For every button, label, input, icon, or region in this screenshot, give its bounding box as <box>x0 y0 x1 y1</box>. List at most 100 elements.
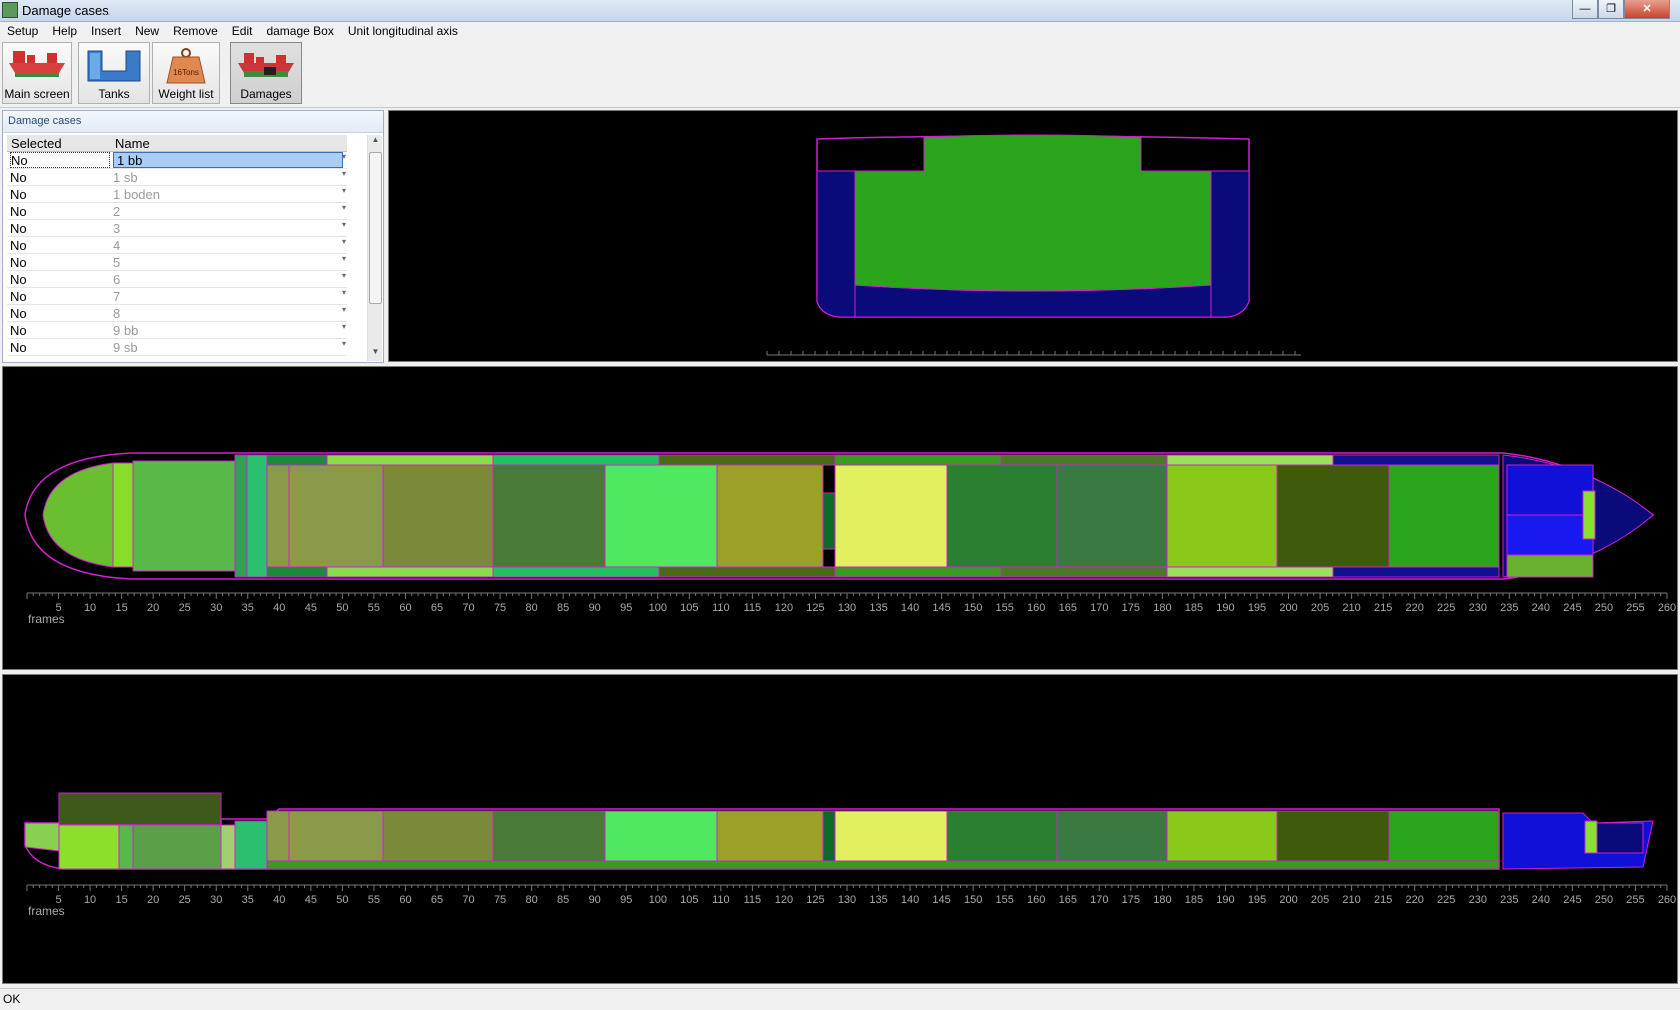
table-row[interactable]: No 9 bb ▾ <box>7 322 347 339</box>
selected-cell[interactable]: No <box>10 170 110 185</box>
plan-view[interactable]: 5 10 15 20 25 30 35 40 45 50 55 60 65 70 75 80 85 90 95 100… <box>2 366 1678 670</box>
table-row[interactable]: No 8 ▾ <box>7 305 347 322</box>
name-cell[interactable]: 1 bb <box>113 152 343 168</box>
profile-drawing: 5 10 15 20 25 30 35 40 45 50 55 60 65 70 75 80 85 90 95 100… <box>24 792 1676 918</box>
name-cell[interactable]: 9 sb <box>113 340 343 355</box>
plan-tick-label: 220 <box>1406 602 1424 614</box>
tanks-label: Tanks <box>98 87 130 101</box>
minimize-button[interactable]: — <box>1572 0 1598 19</box>
profile-tick-label: 125 <box>806 894 824 906</box>
dropdown-arrow-icon[interactable]: ▾ <box>342 271 346 280</box>
name-cell[interactable]: 1 sb <box>113 170 343 185</box>
damages-button[interactable]: Damages <box>230 42 302 104</box>
table-row[interactable]: No 4 ▾ <box>7 237 347 254</box>
menu-new[interactable]: New <box>128 22 166 38</box>
dropdown-arrow-icon[interactable]: ▾ <box>342 305 346 314</box>
dropdown-arrow-icon[interactable]: ▾ <box>342 322 346 331</box>
table-row[interactable]: No 1 sb ▾ <box>7 169 347 186</box>
table-row[interactable]: No 5 ▾ <box>7 254 347 271</box>
plan-tick-label: 170 <box>1090 602 1108 614</box>
table-row[interactable]: No 3 ▾ <box>7 220 347 237</box>
plan-tick-label: 240 <box>1532 602 1550 614</box>
plan-tick-label: 45 <box>305 602 317 614</box>
table-row[interactable]: No 2 ▾ <box>7 203 347 220</box>
table-row[interactable]: No 7 ▾ <box>7 288 347 305</box>
profile-tick-label: 90 <box>589 894 601 906</box>
main-screen-button[interactable]: Main screen <box>2 42 72 104</box>
profile-tick-label: 225 <box>1437 894 1455 906</box>
plan-tick-label: 210 <box>1342 602 1360 614</box>
close-button[interactable]: ✕ <box>1624 0 1670 19</box>
name-cell[interactable]: 7 <box>113 289 343 304</box>
profile-tick-label: 55 <box>368 894 380 906</box>
plan-tick-label: 185 <box>1185 602 1203 614</box>
dropdown-arrow-icon[interactable]: ▾ <box>342 254 346 263</box>
plan-tick-label: 75 <box>494 602 506 614</box>
selected-cell[interactable]: No <box>10 221 110 236</box>
selected-cell[interactable]: No <box>10 255 110 270</box>
menu-insert[interactable]: Insert <box>84 22 128 38</box>
cross-section-view[interactable] <box>388 110 1678 362</box>
tanks-button[interactable]: Tanks <box>78 42 150 104</box>
selected-cell[interactable]: No <box>10 289 110 304</box>
damages-label: Damages <box>240 87 292 101</box>
scroll-down-icon[interactable]: ▼ <box>368 347 383 361</box>
selected-cell[interactable]: No <box>10 340 110 355</box>
selected-cell[interactable]: No <box>10 323 110 338</box>
dropdown-arrow-icon[interactable]: ▾ <box>342 203 346 212</box>
profile-tick-label: 130 <box>838 894 856 906</box>
profile-tick-label: 105 <box>680 894 698 906</box>
name-cell[interactable]: 1 boden <box>113 187 343 202</box>
menu-setup[interactable]: Setup <box>0 22 45 38</box>
name-cell[interactable]: 2 <box>113 204 343 219</box>
weight-badge: 16Tons <box>173 68 199 77</box>
name-cell[interactable]: 6 <box>113 272 343 287</box>
column-selected[interactable]: Selected <box>11 136 62 151</box>
selected-cell[interactable]: No <box>10 152 110 168</box>
menu-remove[interactable]: Remove <box>166 22 225 38</box>
profile-tick-label: 50 <box>336 894 348 906</box>
app-icon <box>2 2 18 18</box>
dropdown-arrow-icon[interactable]: ▾ <box>342 186 346 195</box>
menu-edit[interactable]: Edit <box>225 22 260 38</box>
selected-cell[interactable]: No <box>10 187 110 202</box>
plan-tick-label: 65 <box>431 602 443 614</box>
profile-tick-label: 215 <box>1374 894 1392 906</box>
table-row[interactable]: No 1 bb ▾ <box>7 152 347 169</box>
dropdown-arrow-icon[interactable]: ▾ <box>342 220 346 229</box>
name-cell[interactable]: 5 <box>113 255 343 270</box>
dropdown-arrow-icon[interactable]: ▾ <box>342 237 346 246</box>
dropdown-arrow-icon[interactable]: ▾ <box>342 152 346 161</box>
dropdown-arrow-icon[interactable]: ▾ <box>342 288 346 297</box>
weight-list-button[interactable]: 16Tons Weight list <box>152 42 220 104</box>
menu-unit-longitudinal-axis[interactable]: Unit longitudinal axis <box>341 22 465 38</box>
column-name[interactable]: Name <box>115 136 150 151</box>
table-row[interactable]: No 1 boden ▾ <box>7 186 347 203</box>
profile-tick-label: 230 <box>1469 894 1487 906</box>
name-cell[interactable]: 8 <box>113 306 343 321</box>
maximize-button[interactable]: ❐ <box>1598 0 1624 19</box>
selected-cell[interactable]: No <box>10 272 110 287</box>
selected-cell[interactable]: No <box>10 238 110 253</box>
scroll-up-icon[interactable]: ▲ <box>368 135 383 149</box>
plan-tick-label: 140 <box>901 602 919 614</box>
dropdown-arrow-icon[interactable]: ▾ <box>342 339 346 348</box>
list-scrollbar[interactable]: ▲ ▼ <box>367 135 382 361</box>
main-screen-label: Main screen <box>4 87 70 101</box>
table-row[interactable]: No 9 sb ▾ <box>7 339 347 356</box>
table-row[interactable]: No 6 ▾ <box>7 271 347 288</box>
name-cell[interactable]: 3 <box>113 221 343 236</box>
scroll-thumb[interactable] <box>369 152 382 304</box>
profile-tick-label: 235 <box>1500 894 1518 906</box>
profile-view[interactable]: 5 10 15 20 25 30 35 40 45 50 55 60 65 70 75 80 85 90 95 100… <box>2 674 1678 984</box>
plan-tick-label: 90 <box>589 602 601 614</box>
selected-cell[interactable]: No <box>10 306 110 321</box>
name-cell[interactable]: 4 <box>113 238 343 253</box>
menu-help[interactable]: Help <box>45 22 84 38</box>
profile-tick-label: 30 <box>210 894 222 906</box>
profile-tick-label: 200 <box>1279 894 1297 906</box>
menu-damage-box[interactable]: damage Box <box>259 22 340 38</box>
selected-cell[interactable]: No <box>10 204 110 219</box>
dropdown-arrow-icon[interactable]: ▾ <box>342 169 346 178</box>
name-cell[interactable]: 9 bb <box>113 323 343 338</box>
